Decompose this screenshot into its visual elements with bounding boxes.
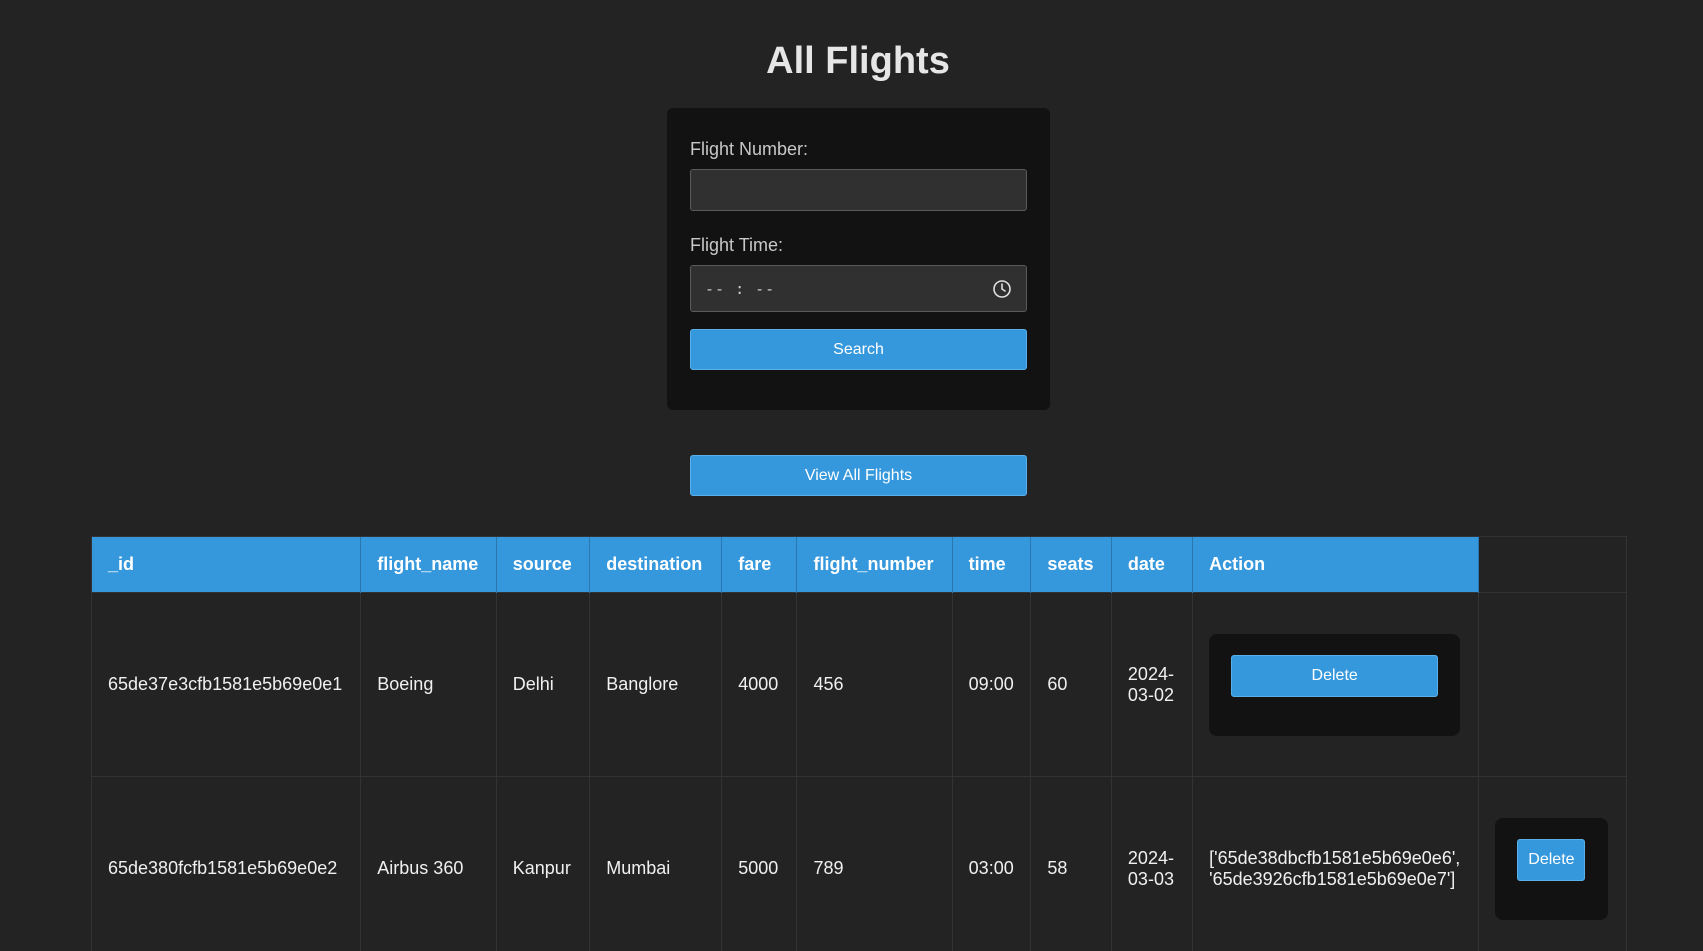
flight-time-label: Flight Time: <box>690 235 784 255</box>
flight-number-label: Flight Number: <box>690 139 809 159</box>
cell-extra <box>1478 592 1626 777</box>
header-empty <box>1478 537 1626 593</box>
table-header-row: _id flight_name source destination fare … <box>92 537 1626 593</box>
header-time: time <box>952 537 1032 593</box>
header-flight-name: flight_name <box>360 537 497 593</box>
delete-button[interactable]: Delete <box>1231 654 1439 697</box>
cell-fare: 5000 <box>721 776 798 951</box>
delete-button[interactable]: Delete <box>1517 838 1586 881</box>
cell-source: Delhi <box>496 592 591 777</box>
header-destination: destination <box>589 537 723 593</box>
cell-action: Delete <box>1478 776 1626 951</box>
cell-action-text: ['65de38dbcfb1581e5b69e0e6', '65de3926cf… <box>1192 776 1480 951</box>
search-form: Flight Number: Flight Time: -- : -- Sear… <box>667 108 1050 410</box>
header-flight-number: flight_number <box>796 537 953 593</box>
cell-date: 2024-03-02 <box>1111 592 1194 777</box>
cell-flight-number: 456 <box>796 592 953 777</box>
cell-time: 09:00 <box>952 592 1032 777</box>
flight-time-placeholder: -- : -- <box>705 279 776 298</box>
cell-date: 2024-03-03 <box>1111 776 1194 951</box>
cell-action: Delete <box>1192 592 1480 777</box>
cell-seats: 58 <box>1030 776 1112 951</box>
view-all-flights-button[interactable]: View All Flights <box>690 455 1027 496</box>
header-id: _id <box>92 537 362 593</box>
header-fare: fare <box>721 537 798 593</box>
header-source: source <box>496 537 591 593</box>
table-row: 65de380fcfb1581e5b69e0e2 Airbus 360 Kanp… <box>92 776 1626 951</box>
flights-table: _id flight_name source destination fare … <box>92 537 1626 951</box>
flights-page: All Flights Flight Number: Flight Time: … <box>0 0 1703 951</box>
header-date: date <box>1111 537 1194 593</box>
flight-number-input[interactable] <box>690 169 1027 211</box>
delete-form: Delete <box>1495 817 1609 920</box>
header-seats: seats <box>1030 537 1112 593</box>
header-action: Action <box>1192 537 1480 593</box>
cell-id: 65de37e3cfb1581e5b69e0e1 <box>92 592 362 777</box>
search-button[interactable]: Search <box>690 329 1027 370</box>
cell-id: 65de380fcfb1581e5b69e0e2 <box>92 776 362 951</box>
cell-flight-name: Airbus 360 <box>360 776 497 951</box>
cell-flight-number: 789 <box>796 776 953 951</box>
clock-icon[interactable] <box>992 279 1012 299</box>
cell-destination: Mumbai <box>589 776 723 951</box>
table-row: 65de37e3cfb1581e5b69e0e1 Boeing Delhi Ba… <box>92 592 1626 777</box>
flight-time-input[interactable]: -- : -- <box>690 265 1027 312</box>
delete-form: Delete <box>1209 633 1461 736</box>
cell-fare: 4000 <box>721 592 798 777</box>
cell-source: Kanpur <box>496 776 591 951</box>
page-title: All Flights <box>766 40 950 82</box>
cell-destination: Banglore <box>589 592 723 777</box>
cell-time: 03:00 <box>952 776 1032 951</box>
cell-flight-name: Boeing <box>360 592 497 777</box>
flights-table-container: _id flight_name source destination fare … <box>91 536 1627 951</box>
cell-seats: 60 <box>1030 592 1112 777</box>
